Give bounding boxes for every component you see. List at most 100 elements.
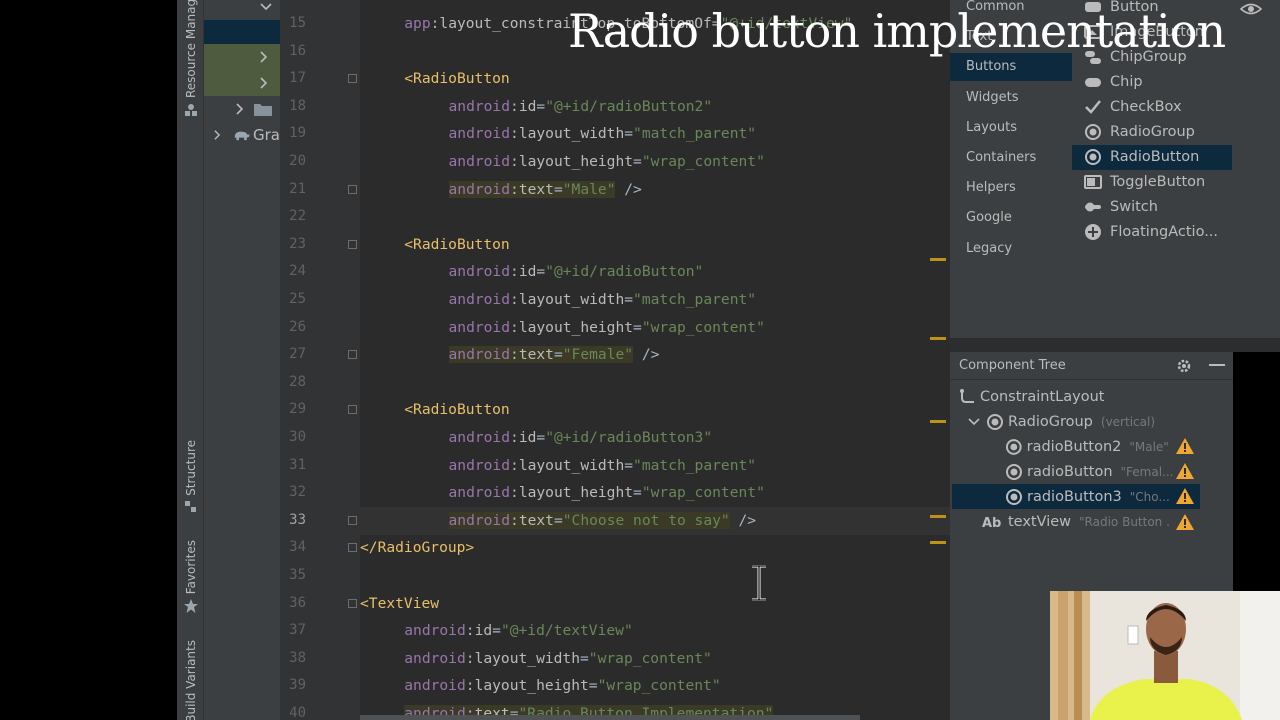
star-icon — [183, 599, 198, 614]
code-line[interactable]: </RadioGroup> — [360, 534, 474, 562]
tree-node-radiobutton[interactable]: radioButton "Femal... — [1005, 459, 1194, 484]
warning-stripe-marker[interactable] — [930, 515, 946, 518]
code-line[interactable]: android:layout_width="match_parent" — [449, 286, 757, 314]
tree-node-constraintlayout[interactable]: ConstraintLayout — [958, 384, 1190, 409]
radio-button-icon — [1006, 463, 1022, 480]
favorites-tab[interactable]: Favorites — [177, 540, 204, 614]
code-line[interactable]: android:layout_height="wrap_content" — [449, 314, 765, 342]
fold-marker-icon[interactable] — [348, 184, 357, 194]
code-token-punct: : — [510, 291, 519, 308]
fold-marker-icon[interactable] — [348, 598, 357, 608]
structure-tab[interactable]: Structure — [177, 440, 204, 513]
eye-icon[interactable] — [1240, 0, 1262, 18]
tree-node-hint: "Femal... — [1120, 464, 1174, 479]
tree-node-label: RadioGroup — [1008, 413, 1093, 430]
project-row-selected[interactable] — [204, 20, 280, 46]
code-line[interactable]: android:id="@+id/textView" — [404, 617, 632, 645]
code-token-val: "wrap_content" — [641, 318, 765, 336]
palette-item-fab[interactable]: FloatingActio... — [1072, 220, 1232, 245]
chevron-right-icon — [260, 51, 268, 63]
line-number: 21 — [289, 180, 306, 197]
fold-marker-icon[interactable] — [348, 515, 357, 525]
chevron-down-icon[interactable] — [968, 418, 980, 426]
code-line[interactable]: android:layout_width="match_parent" — [449, 120, 757, 148]
minimize-icon[interactable] — [1209, 364, 1225, 367]
warning-stripe-marker[interactable] — [930, 258, 946, 261]
palette-category-google[interactable]: Google — [950, 204, 1070, 232]
code-token-attrns: android — [448, 263, 511, 281]
warning-icon[interactable] — [1176, 513, 1194, 530]
code-token-attrns: android — [404, 622, 466, 640]
code-line[interactable]: android:id="@+id/radioButton3" — [449, 424, 713, 452]
palette-category-containers[interactable]: Containers — [950, 144, 1070, 172]
warning-icon[interactable] — [1176, 488, 1194, 505]
project-row-expand-2[interactable] — [204, 70, 280, 96]
fold-marker-icon[interactable] — [348, 239, 357, 249]
editor-horizontal-scrollbar[interactable] — [360, 715, 860, 720]
panel-divider[interactable] — [950, 338, 1280, 352]
warning-stripe-marker[interactable] — [930, 420, 946, 423]
palette-category-legacy[interactable]: Legacy — [950, 235, 1070, 263]
code-line[interactable]: android:layout_width="match_parent" — [449, 452, 757, 480]
code-token-tag: <RadioButton — [404, 235, 510, 253]
palette-item-label: RadioButton — [1110, 149, 1200, 166]
palette-item-checkbox[interactable]: CheckBox — [1072, 94, 1232, 119]
code-line[interactable]: android:id="@+id/radioButton2" — [449, 93, 713, 121]
fold-marker-icon[interactable] — [348, 405, 357, 415]
switch-icon — [1085, 202, 1101, 212]
code-token-val: "@+id/textView" — [500, 622, 633, 640]
code-token-attrns: android — [448, 125, 511, 143]
project-row-folder[interactable] — [204, 96, 280, 122]
palette-item-radio-group[interactable]: RadioGroup — [1072, 120, 1232, 145]
code-line[interactable]: <RadioButton — [404, 231, 509, 259]
line-number: 37 — [289, 622, 306, 639]
build-variants-tab[interactable]: Build Variants — [177, 640, 204, 720]
code-token-attrns: android — [448, 318, 511, 336]
palette-category-widgets[interactable]: Widgets — [950, 84, 1070, 112]
warning-icon[interactable] — [1176, 463, 1194, 480]
tree-node-radiobutton3[interactable]: radioButton3 "Cho... — [952, 484, 1200, 510]
project-row-expand-1[interactable] — [204, 44, 280, 70]
palette-item-toggle-button[interactable]: ToggleButton — [1072, 170, 1232, 195]
palette-category-helpers[interactable]: Helpers — [950, 174, 1070, 202]
code-token-attr: text — [518, 511, 554, 529]
warning-icon[interactable] — [1176, 438, 1194, 455]
project-row-gradle[interactable]: Gra — [204, 122, 280, 148]
fold-marker-icon[interactable] — [348, 74, 357, 84]
gear-icon[interactable] — [1176, 358, 1192, 374]
palette-item-chip[interactable]: Chip — [1072, 69, 1232, 94]
code-line[interactable]: <TextView — [360, 590, 439, 618]
warning-stripe-marker[interactable] — [930, 337, 946, 340]
code-line[interactable]: android:layout_height="wrap_content" — [449, 479, 765, 507]
toggle-button-icon — [1084, 175, 1102, 190]
code-line[interactable]: android:text="Male" /> — [448, 176, 642, 204]
code-line[interactable]: android:id="@+id/radioButton" — [449, 258, 704, 286]
fold-marker-icon[interactable] — [348, 543, 357, 553]
tree-node-label: textView — [1008, 514, 1072, 530]
warning-stripe-marker[interactable] — [930, 541, 946, 544]
code-line[interactable]: <RadioButton — [404, 65, 509, 93]
palette-category-layouts[interactable]: Layouts — [950, 114, 1070, 142]
code-line[interactable]: android:text="Choose not to say" /> — [448, 507, 756, 535]
code-line[interactable]: android:layout_height="wrap_content" — [449, 148, 765, 176]
tree-node-hint: "Radio Button ... — [1079, 515, 1172, 529]
project-row-collapse[interactable] — [204, 0, 280, 20]
code-editor[interactable]: app:layout_constraintTop_toBottomOf="@+i… — [360, 0, 950, 720]
fold-marker-icon[interactable] — [348, 350, 357, 360]
tree-node-radiobutton2[interactable]: radioButton2 "Male" — [1005, 434, 1194, 459]
code-token-val: "Male" — [562, 180, 616, 198]
line-number: 29 — [289, 401, 306, 418]
radio-button-icon — [1005, 438, 1022, 455]
code-line[interactable]: android:layout_height="wrap_content" — [404, 672, 720, 700]
code-line[interactable]: android:text="Female" /> — [448, 341, 659, 369]
text-view-icon: Ab — [982, 516, 1001, 531]
code-line[interactable]: android:layout_width="wrap_content" — [404, 645, 712, 673]
palette-item-switch[interactable]: Switch — [1072, 195, 1232, 220]
code-token-punct: : — [510, 153, 519, 170]
palette-item-radio-button[interactable]: RadioButton — [1072, 144, 1232, 170]
resource-manager-tab[interactable]: Resource Manager — [177, 0, 204, 117]
tree-node-radiogroup[interactable]: RadioGroup (vertical) — [968, 409, 1190, 434]
code-token-attr: layout_width — [518, 291, 625, 308]
code-line[interactable]: <RadioButton — [404, 396, 509, 424]
tree-node-textview[interactable]: Ab textView "Radio Button ... — [982, 510, 1194, 535]
